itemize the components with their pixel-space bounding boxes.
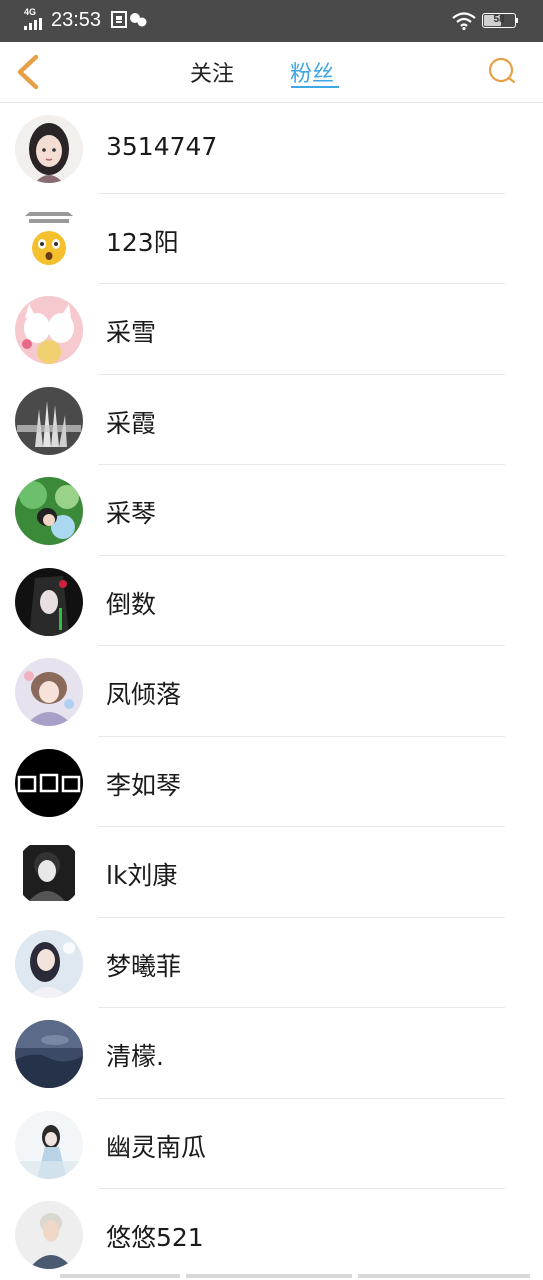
list-item[interactable]: 悠悠521 bbox=[0, 1189, 543, 1280]
fan-name: lk刘康 bbox=[106, 861, 178, 890]
list-item[interactable]: 采雪 bbox=[0, 284, 543, 375]
active-tab-indicator bbox=[291, 86, 339, 88]
list-item[interactable]: 123阳 bbox=[0, 194, 543, 284]
avatar bbox=[15, 929, 83, 998]
battery-icon: 58 bbox=[482, 13, 516, 28]
notification-icons bbox=[111, 11, 147, 28]
fan-name: 幽灵南瓜 bbox=[106, 1132, 207, 1162]
list-item[interactable]: 采霞 bbox=[0, 375, 543, 465]
list-item[interactable]: 李如琴 bbox=[0, 737, 543, 827]
avatar bbox=[15, 115, 83, 183]
wifi-icon bbox=[452, 12, 476, 30]
fan-name: 123阳 bbox=[106, 227, 179, 257]
list-item[interactable]: 倒数 bbox=[0, 556, 543, 646]
clock: 23:53 bbox=[51, 9, 102, 31]
list-item[interactable]: lk刘康 bbox=[0, 827, 543, 918]
avatar bbox=[15, 1201, 83, 1269]
battery-level: 58 bbox=[493, 14, 505, 25]
list-item[interactable]: 3514747 bbox=[0, 103, 543, 194]
avatar bbox=[15, 567, 83, 636]
fan-list: 3514747 123阳 采雪 采霞 采琴 倒数 凤倾落 李如琴 lk刘康 梦曦… bbox=[0, 103, 543, 1280]
fan-name: 3514747 bbox=[106, 132, 218, 161]
bottom-scroll-indicator bbox=[60, 1274, 530, 1280]
chevron-left-icon bbox=[17, 54, 39, 90]
avatar bbox=[15, 477, 83, 545]
avatar bbox=[15, 386, 83, 455]
network-type: 4G bbox=[24, 7, 37, 17]
avatar bbox=[15, 205, 83, 274]
battery-cap bbox=[516, 18, 518, 23]
avatar bbox=[15, 296, 83, 364]
list-item[interactable]: 清檬. bbox=[0, 1008, 543, 1099]
nav-bar: 关注 粉丝 bbox=[0, 42, 543, 103]
fan-name: 梦曦菲 bbox=[106, 951, 182, 981]
search-icon bbox=[488, 57, 516, 84]
avatar bbox=[15, 658, 83, 726]
avatar bbox=[15, 839, 83, 907]
fan-name: 采霞 bbox=[106, 408, 157, 438]
fan-name: 凤倾落 bbox=[106, 680, 182, 709]
list-item[interactable]: 梦曦菲 bbox=[0, 918, 543, 1008]
tab-following[interactable]: 关注 bbox=[190, 56, 234, 88]
avatar bbox=[15, 1110, 83, 1179]
tab-fans[interactable]: 粉丝 bbox=[290, 56, 334, 88]
list-item[interactable]: 幽灵南瓜 bbox=[0, 1099, 543, 1189]
fan-name: 清檬. bbox=[106, 1042, 164, 1071]
list-item[interactable]: 凤倾落 bbox=[0, 646, 543, 737]
status-bar: 4G 23:53 58 bbox=[0, 0, 543, 42]
fan-name: 采琴 bbox=[106, 499, 157, 528]
fan-name: 采雪 bbox=[106, 318, 157, 347]
signal-icon: 4G bbox=[24, 7, 46, 31]
back-button[interactable] bbox=[12, 52, 44, 92]
list-item[interactable]: 采琴 bbox=[0, 465, 543, 556]
fan-name: 李如琴 bbox=[106, 770, 182, 800]
avatar bbox=[15, 1020, 83, 1088]
search-button[interactable] bbox=[486, 55, 518, 87]
fan-name: 倒数 bbox=[106, 589, 157, 619]
avatar bbox=[15, 748, 83, 817]
fan-name: 悠悠521 bbox=[106, 1223, 204, 1252]
